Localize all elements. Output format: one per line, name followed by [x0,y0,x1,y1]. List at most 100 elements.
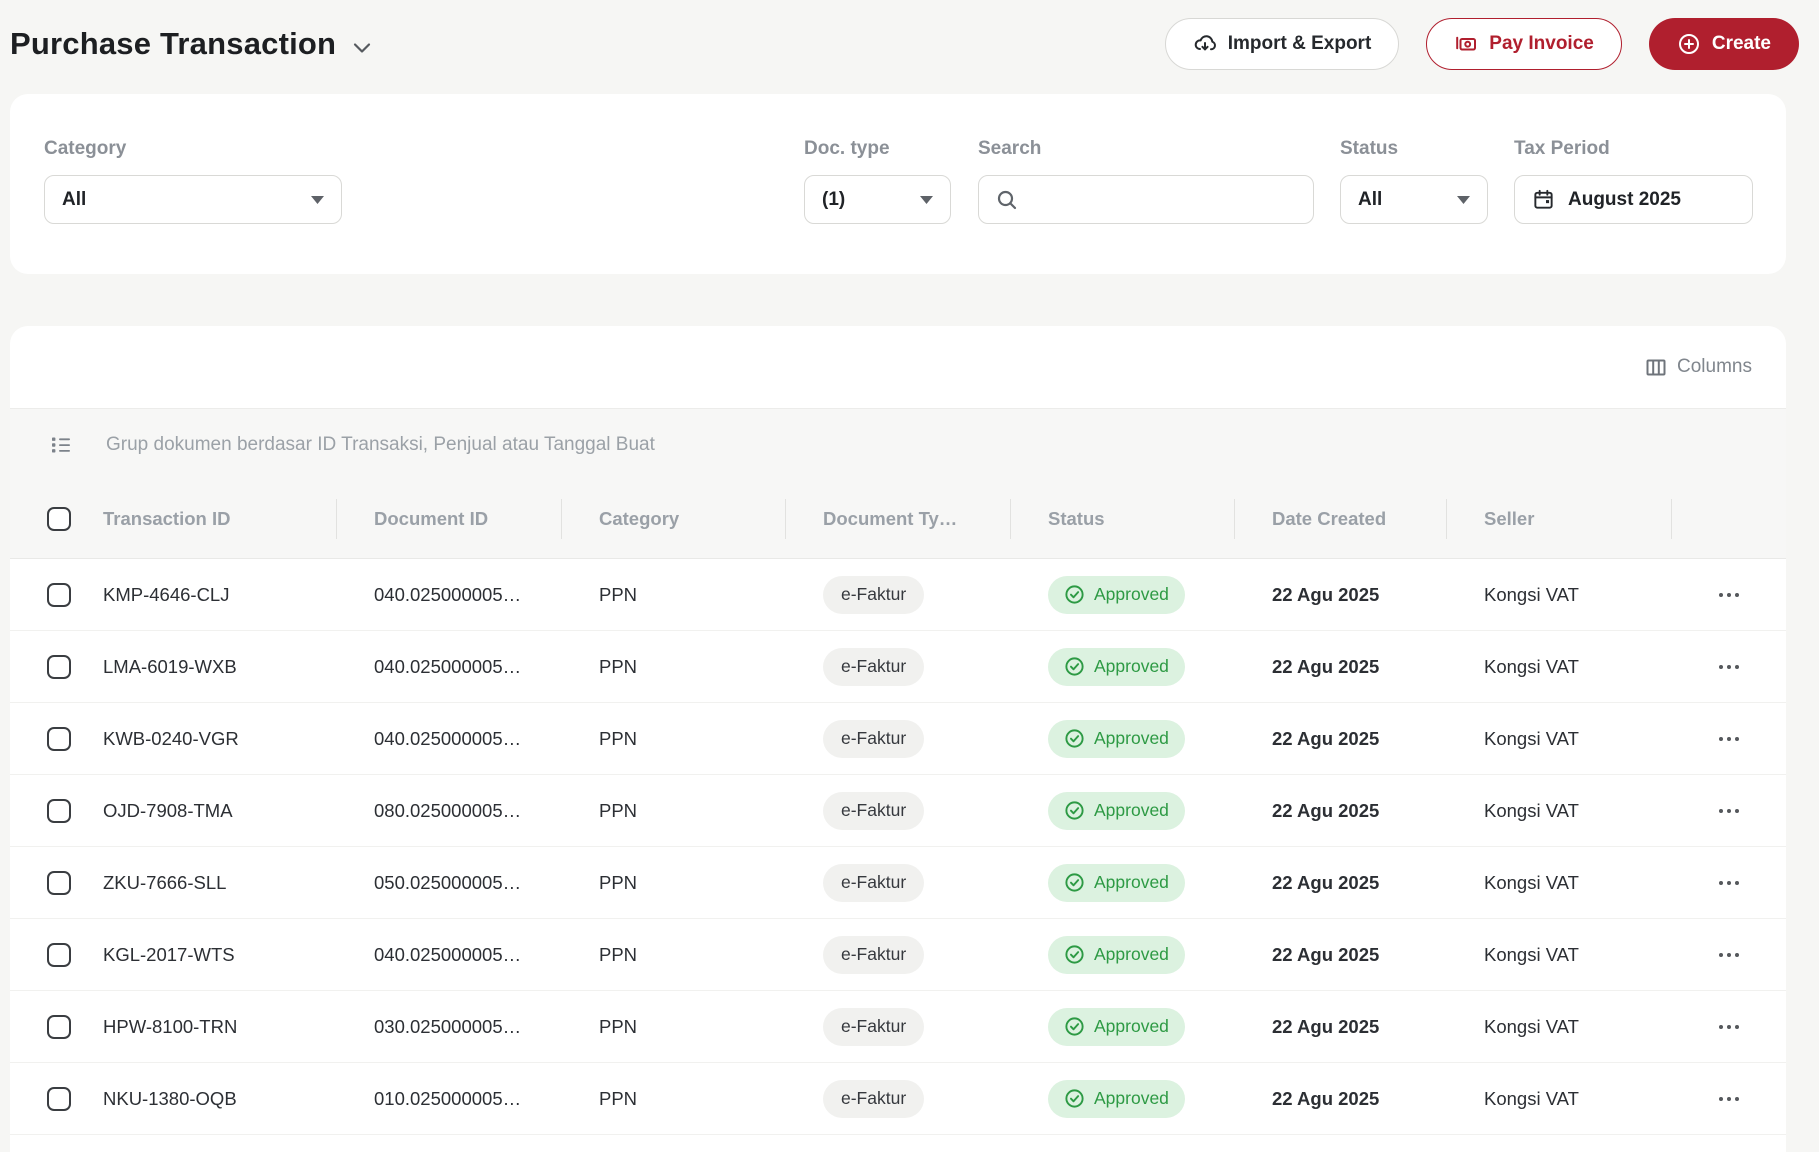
table-row[interactable]: HPW-8100-TRN 030.025000005… PPN e-Faktur… [10,991,1786,1063]
row-checkbox[interactable] [47,726,71,751]
category-cell: PPN [599,655,638,677]
document-id-cell: 050.025000005… [374,871,522,893]
table-body: KMP-4646-CLJ 040.025000005… PPN e-Faktur… [10,559,1786,1135]
check-circle-icon [1064,1016,1085,1037]
category-cell: PPN [599,943,638,965]
table-row[interactable]: KMP-4646-CLJ 040.025000005… PPN e-Faktur… [10,559,1786,631]
header-seller[interactable]: Seller [1446,496,1671,542]
table-row[interactable]: KWB-0240-VGR 040.025000005… PPN e-Faktur… [10,703,1786,775]
tax-period-picker[interactable]: August 2025 [1514,175,1753,224]
header-category[interactable]: Category [561,496,785,542]
row-actions-button[interactable] [1671,1024,1786,1030]
check-circle-icon [1064,1088,1085,1109]
row-checkbox[interactable] [47,798,71,823]
status-select[interactable]: All [1340,175,1488,224]
date-created-cell: 22 Agu 2025 [1272,583,1380,605]
doc-type-label: Doc. type [804,138,890,159]
table-card: Columns Grup dokumen berdasar ID Transak… [10,326,1786,1152]
plus-circle-icon [1677,32,1701,56]
group-by-bar[interactable]: Grup dokumen berdasar ID Transaksi, Penj… [10,408,1786,480]
row-actions-button[interactable] [1671,952,1786,958]
filter-card: Category All Doc. type (1) Search Status… [10,94,1786,274]
header-status[interactable]: Status [1010,496,1234,542]
table-row[interactable]: ZKU-7666-SLL 050.025000005… PPN e-Faktur… [10,847,1786,919]
filter-tax-period: Tax Period August 2025 [1514,138,1753,224]
pay-invoice-button[interactable]: Pay Invoice [1426,18,1622,70]
seller-cell: Kongsi VAT [1484,943,1579,965]
row-actions-button[interactable] [1671,880,1786,886]
date-created-cell: 22 Agu 2025 [1272,655,1380,677]
row-checkbox[interactable] [47,582,71,607]
status-cell: Approved [1010,647,1234,686]
ellipsis-icon [1718,1024,1740,1030]
status-cell: Approved [1010,791,1234,830]
header-document-type[interactable]: Document Ty… [785,496,1010,542]
doc-type-select[interactable]: (1) [804,175,951,224]
seller-cell: Kongsi VAT [1484,1015,1579,1037]
document-type-badge: e-Faktur [823,1007,925,1046]
check-circle-icon [1064,584,1085,605]
row-actions-button[interactable] [1671,592,1786,598]
document-type-cell: e-Faktur [785,575,1010,614]
columns-icon [1646,359,1666,376]
status-cell: Approved [1010,863,1234,902]
category-select[interactable]: All [44,175,342,224]
row-actions-button[interactable] [1671,808,1786,814]
table-row[interactable]: KGL-2017-WTS 040.025000005… PPN e-Faktur… [10,919,1786,991]
row-actions-button[interactable] [1671,664,1786,670]
table-row[interactable]: NKU-1380-OQB 010.025000005… PPN e-Faktur… [10,1063,1786,1135]
date-created-cell: 22 Agu 2025 [1272,1087,1380,1109]
group-hint-text: Grup dokumen berdasar ID Transaksi, Penj… [106,433,655,455]
caret-down-icon [311,195,324,204]
header-transaction-id[interactable]: Transaction ID [93,496,336,542]
row-checkbox-cell [10,654,93,679]
status-badge-label: Approved [1094,584,1169,604]
import-export-button[interactable]: Import & Export [1164,18,1400,70]
filter-status: Status All [1340,138,1488,224]
row-checkbox[interactable] [47,942,71,967]
status-badge: Approved [1048,935,1185,974]
row-checkbox[interactable] [47,870,71,895]
row-checkbox[interactable] [47,654,71,679]
tax-period-label: Tax Period [1514,138,1610,159]
status-badge: Approved [1048,791,1185,830]
date-created-cell: 22 Agu 2025 [1272,727,1380,749]
table-row[interactable]: OJD-7908-TMA 080.025000005… PPN e-Faktur… [10,775,1786,847]
transaction-id-cell: HPW-8100-TRN [103,1015,238,1037]
search-input[interactable] [1030,188,1296,211]
status-badge: Approved [1048,575,1185,614]
table-row[interactable]: LMA-6019-WXB 040.025000005… PPN e-Faktur… [10,631,1786,703]
status-cell: Approved [1010,1007,1234,1046]
row-checkbox[interactable] [47,1014,71,1039]
transaction-id-cell: NKU-1380-OQB [103,1087,237,1109]
row-actions-button[interactable] [1671,1096,1786,1102]
status-value: All [1358,188,1383,210]
status-cell: Approved [1010,719,1234,758]
header-document-id[interactable]: Document ID [336,496,561,542]
create-button[interactable]: Create [1648,18,1799,70]
row-checkbox[interactable] [47,1086,71,1111]
import-export-label: Import & Export [1227,33,1372,54]
status-badge: Approved [1048,1007,1185,1046]
table-header-row: Transaction ID Document ID Category Docu… [10,480,1786,559]
caret-down-icon [920,195,933,204]
row-actions-button[interactable] [1671,736,1786,742]
select-all-checkbox[interactable] [47,507,71,531]
status-badge-label: Approved [1094,1088,1169,1108]
cloud-download-icon [1193,32,1217,56]
row-checkbox-cell [10,726,93,751]
seller-cell: Kongsi VAT [1484,727,1579,749]
top-bar: Purchase Transaction Import & Export Pay [0,0,1819,74]
header-date-created[interactable]: Date Created [1234,496,1446,542]
search-icon [996,189,1018,211]
calendar-icon [1532,188,1555,211]
chevron-down-icon[interactable] [352,41,372,55]
filter-doc-type: Doc. type (1) [804,138,951,224]
document-id-cell: 030.025000005… [374,1015,522,1037]
document-type-badge: e-Faktur [823,647,925,686]
columns-button[interactable]: Columns [1646,356,1752,378]
document-type-cell: e-Faktur [785,935,1010,974]
document-type-badge: e-Faktur [823,575,925,614]
category-label: Category [44,138,127,159]
search-label: Search [978,138,1042,159]
